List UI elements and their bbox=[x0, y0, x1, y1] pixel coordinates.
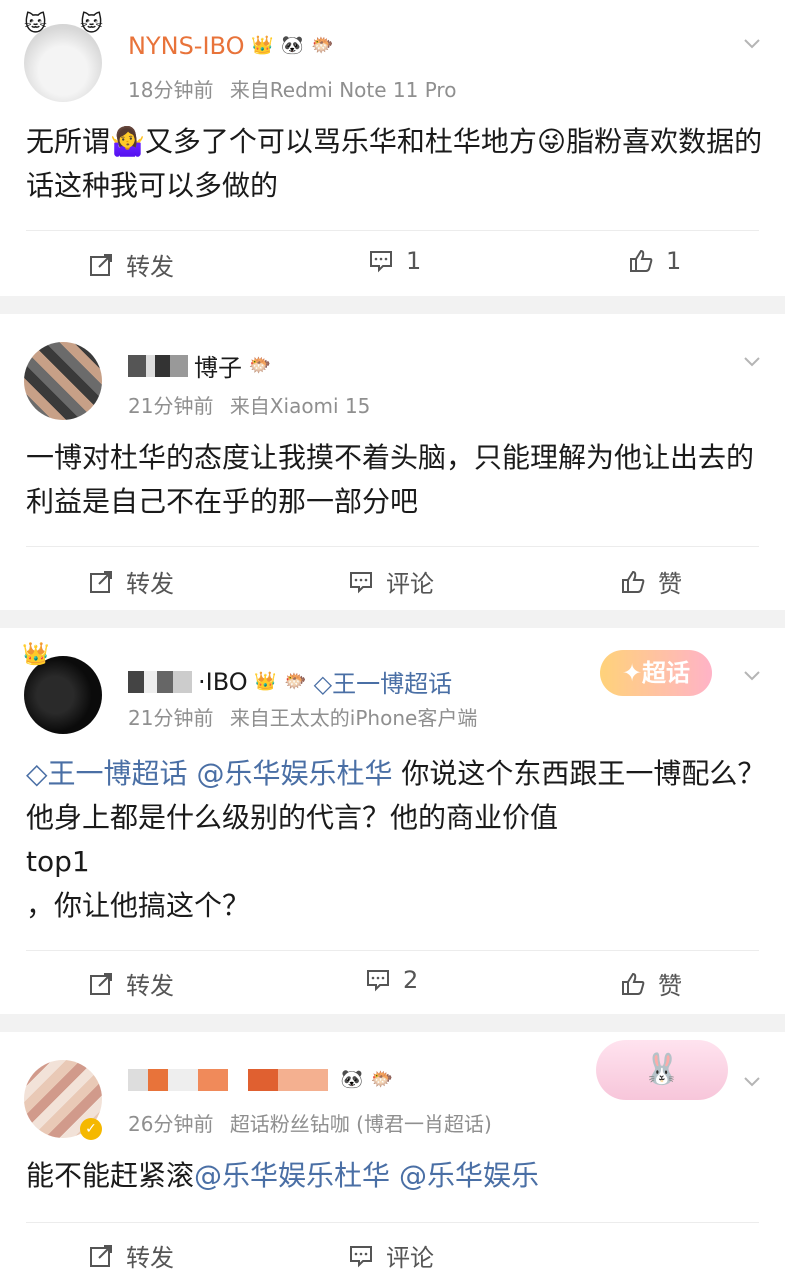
post-time: 18分钟前 bbox=[128, 78, 214, 102]
repost-icon bbox=[90, 1244, 112, 1267]
chevron-down-icon[interactable] bbox=[743, 1072, 761, 1090]
post-source: 来自Redmi Note 11 Pro bbox=[229, 78, 457, 102]
post-source: 超话粉丝钻咖 (博君一肖超话) bbox=[229, 1112, 492, 1136]
pufferfish-icon: 🐡 bbox=[311, 35, 334, 56]
tongue-emoji: 😜 bbox=[536, 125, 567, 158]
avatar[interactable] bbox=[24, 656, 102, 734]
cat-sticker-icon: 🐱 bbox=[24, 12, 47, 37]
topic-tag[interactable]: ◇王一博超话 bbox=[314, 664, 452, 699]
pufferfish-icon: 🐡 bbox=[370, 1069, 394, 1090]
post-time: 21分钟前 bbox=[128, 706, 214, 730]
mention-link[interactable]: @乐华娱乐杜华 bbox=[194, 1159, 390, 1192]
comment-icon bbox=[350, 1245, 372, 1267]
topic-link[interactable]: ◇王一博超话 bbox=[26, 757, 188, 790]
chevron-down-icon[interactable] bbox=[743, 666, 761, 684]
username[interactable]: 🐼 🐡 bbox=[128, 1068, 394, 1092]
post-time: 21分钟前 bbox=[128, 394, 214, 418]
comment-icon bbox=[350, 571, 372, 593]
post-text: ◇王一博超话 @乐华娱乐杜华 你说这个东西跟王一博配么？ 他身上都是什么级别的代… bbox=[26, 757, 766, 922]
post-card: ✓ 🐼 🐡 🐰 26分钟前 超话粉丝钻咖 (博君一肖超话) 能不能赶紧滚@乐华娱… bbox=[0, 1032, 785, 1280]
comment-button[interactable]: 评论 bbox=[348, 1238, 434, 1273]
comment-button[interactable]: 2 bbox=[365, 966, 418, 994]
post-card: 博子 🐡 21分钟前 来自Xiaomi 15 一博对杜华的态度让我摸不着头脑，只… bbox=[0, 314, 785, 610]
repost-button[interactable]: 转发 bbox=[88, 1238, 174, 1273]
post-card: 🐱 🐱 NYNS-IBO 👑 🐼 🐡 18分钟前 来自Redmi Note 11… bbox=[0, 0, 785, 296]
post-text: 一博对杜华的态度让我摸不着头脑，只能理解为他让出去的利益是自己不在乎的那一部分吧 bbox=[26, 441, 755, 518]
thumbs-up-icon bbox=[622, 570, 645, 593]
panda-icon: 🐼 bbox=[281, 35, 304, 56]
post-meta: 21分钟前 来自王太太的iPhone客户端 bbox=[128, 702, 477, 731]
thumbs-up-icon bbox=[622, 972, 645, 995]
post-text: 无所谓🤷‍♀️又多了个可以骂乐华和杜华地方😜脂粉喜欢数据的话这种我可以多做的 bbox=[26, 125, 763, 202]
crown-badge-icon: 👑 bbox=[254, 670, 277, 692]
post-source: 来自王太太的iPhone客户端 bbox=[229, 706, 478, 730]
comment-button[interactable]: 评论 bbox=[348, 564, 434, 599]
repost-icon bbox=[90, 972, 112, 995]
pufferfish-icon: 🐡 bbox=[284, 670, 307, 692]
redacted-name bbox=[128, 354, 188, 377]
username[interactable]: ·IBO 👑 🐡 ◇王一博超话 bbox=[128, 664, 452, 699]
cat-sticker-icon: 🐱 bbox=[80, 12, 103, 37]
comment-button[interactable]: 1 bbox=[368, 247, 421, 275]
post-meta: 21分钟前 来自Xiaomi 15 bbox=[128, 390, 370, 419]
redacted-name bbox=[128, 1069, 328, 1091]
post-text: 能不能赶紧滚@乐华娱乐杜华 @乐华娱乐 bbox=[26, 1159, 539, 1192]
divider bbox=[26, 950, 759, 951]
comment-icon bbox=[370, 251, 392, 273]
shrug-emoji: 🤷‍♀️ bbox=[110, 125, 145, 158]
diamond-icon: ◇ bbox=[26, 757, 48, 790]
post-time: 26分钟前 bbox=[128, 1112, 214, 1136]
chevron-down-icon[interactable] bbox=[743, 352, 761, 370]
divider bbox=[26, 1222, 759, 1223]
like-button[interactable]: 赞 bbox=[620, 564, 682, 599]
diamond-icon: ◇ bbox=[313, 670, 333, 698]
like-button[interactable]: 赞 bbox=[620, 966, 682, 1001]
post-source: 来自Xiaomi 15 bbox=[229, 394, 371, 418]
crown-sticker-icon: 👑 bbox=[22, 642, 50, 667]
repost-button[interactable]: 转发 bbox=[88, 247, 174, 282]
username[interactable]: 博子 🐡 bbox=[128, 348, 272, 383]
pufferfish-icon: 🐡 bbox=[248, 354, 272, 376]
mention-link[interactable]: @乐华娱乐 bbox=[399, 1159, 539, 1192]
panda-icon: 🐼 bbox=[340, 1069, 364, 1090]
like-button[interactable]: 1 bbox=[628, 247, 681, 275]
repost-button[interactable]: 转发 bbox=[88, 564, 174, 599]
comment-icon bbox=[367, 970, 389, 992]
divider bbox=[26, 546, 759, 547]
avatar[interactable] bbox=[24, 342, 102, 420]
chevron-down-icon[interactable] bbox=[743, 34, 761, 52]
bunny-cloud-sticker: 🐰 bbox=[596, 1040, 728, 1100]
super-topic-sticker: ✦超话 bbox=[600, 650, 712, 696]
username[interactable]: NYNS-IBO 👑 🐼 🐡 bbox=[128, 32, 334, 60]
post-meta: 26分钟前 超话粉丝钻咖 (博君一肖超话) bbox=[128, 1108, 492, 1137]
repost-icon bbox=[90, 570, 112, 593]
thumbs-up-icon bbox=[630, 249, 653, 272]
divider bbox=[26, 230, 759, 231]
post-meta: 18分钟前 来自Redmi Note 11 Pro bbox=[128, 74, 456, 103]
repost-button[interactable]: 转发 bbox=[88, 966, 174, 1001]
verified-badge-icon: ✓ bbox=[80, 1118, 102, 1140]
redacted-name bbox=[128, 670, 192, 693]
star-icon: ✦ bbox=[621, 659, 643, 687]
crown-badge-icon: 👑 bbox=[251, 35, 274, 56]
repost-icon bbox=[90, 253, 112, 276]
mention-link[interactable]: @乐华娱乐杜华 bbox=[196, 757, 392, 790]
post-card: 👑 ·IBO 👑 🐡 ◇王一博超话 ✦超话 21分钟前 来自王太太的iPhone… bbox=[0, 628, 785, 1014]
